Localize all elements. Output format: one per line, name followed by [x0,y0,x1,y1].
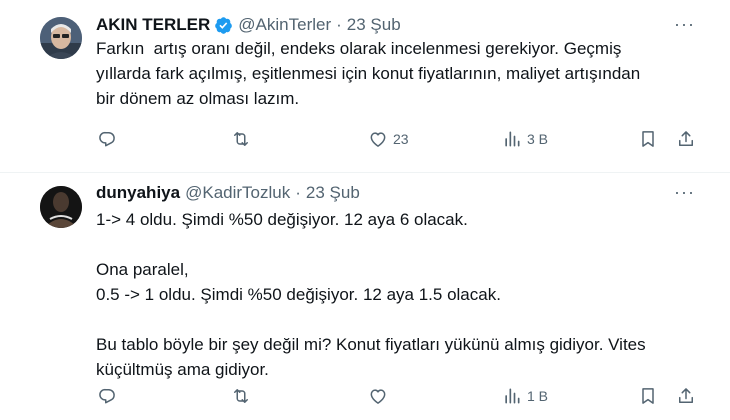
tweet-text-line: 1-> 4 oldu. Şimdi %50 değişiyor. 12 aya … [96,210,468,229]
retweet-icon [234,132,248,146]
share-icon [679,388,693,403]
reply-button[interactable] [97,386,122,406]
display-name[interactable]: dunyahiya [96,183,180,203]
bookmark-button[interactable] [638,129,658,149]
views-chart-icon [505,388,520,404]
tweet-date[interactable]: 23 Şub [306,183,360,203]
heart-icon [370,132,386,147]
tweet-text: Farkın artış oranı değil, endeks olarak … [96,36,696,111]
views-button[interactable]: 1 B [502,386,548,406]
more-options-icon[interactable]: ··· [674,14,694,35]
share-button[interactable] [676,386,696,406]
tweet-date[interactable]: 23 Şub [347,15,401,35]
share-icon [679,131,693,146]
retweet-icon [234,389,248,403]
tweet-text-line: bir dönem az olması lazım. [96,89,300,108]
tweet-text-line: Farkın artış oranı değil, endeks olarak … [96,39,622,58]
views-count: 3 B [527,131,549,147]
like-button[interactable] [368,386,393,406]
tweet-actions: 23 3 B [0,129,730,153]
bookmark-button[interactable] [638,386,658,406]
bookmark-icon [642,388,654,404]
separator-dot: · [336,15,342,34]
tweet-dunyahiya[interactable]: dunyahiya @KadirTozluk · 23 Şub ··· 1-> … [0,173,730,420]
retweet-button[interactable] [231,386,256,406]
avatar[interactable] [40,186,82,228]
views-button[interactable]: 3 B [502,129,548,149]
tweet-header: dunyahiya @KadirTozluk · 23 Şub [96,183,360,203]
more-options-icon[interactable]: ··· [674,182,694,203]
tweet-text-line: Ona paralel, [96,260,189,279]
user-handle[interactable]: @AkinTerler [238,15,331,35]
verified-badge-icon [215,16,233,34]
avatar[interactable] [40,17,82,59]
tweet-text-line: 0.5 -> 1 oldu. Şimdi %50 değişiyor. 12 a… [96,285,501,304]
user-handle[interactable]: @KadirTozluk [185,183,290,203]
tweet-akin-terler[interactable]: AKIN TERLER @AkinTerler · 23 Şub ··· Far… [0,0,730,173]
views-count: 1 B [527,388,549,404]
tweet-actions: 1 B [0,386,730,410]
separator-dot: · [295,183,301,202]
like-button[interactable]: 23 [368,129,409,149]
tweet-header: AKIN TERLER @AkinTerler · 23 Şub [96,15,401,35]
reply-button[interactable] [97,129,122,149]
heart-icon [370,389,386,404]
tweet-text-line: Bu tablo böyle bir şey değil mi? Konut f… [96,335,646,354]
reply-icon [99,131,115,147]
share-button[interactable] [676,129,696,149]
retweet-button[interactable] [231,129,256,149]
tweet-text-line: yıllarda fark açılmış, eşitlenmesi için … [96,64,641,83]
bookmark-icon [642,131,654,147]
like-count: 23 [393,131,409,147]
reply-icon [99,388,115,404]
tweet-text-line: küçültmüş ama gidiyor. [96,360,269,379]
display-name[interactable]: AKIN TERLER [96,15,210,35]
tweet-text: 1-> 4 oldu. Şimdi %50 değişiyor. 12 aya … [96,207,696,382]
views-chart-icon [505,131,520,147]
